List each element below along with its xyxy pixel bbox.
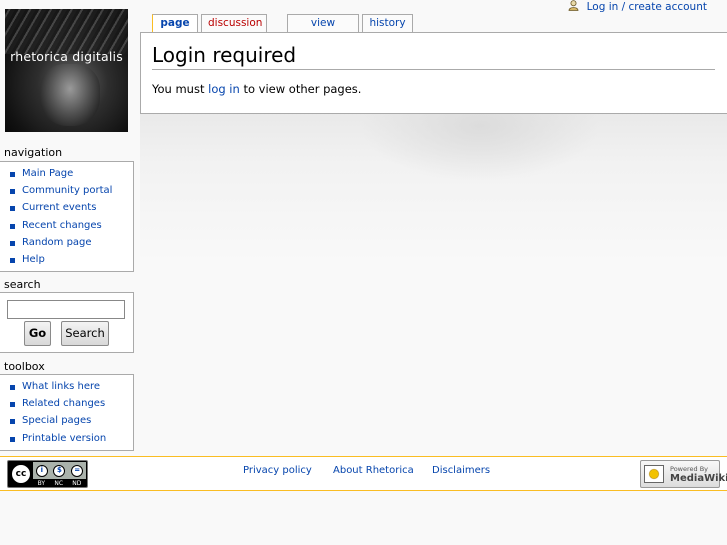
login-link[interactable]: log in bbox=[208, 82, 240, 96]
tab-discussion[interactable]: discussion bbox=[201, 14, 267, 32]
cc-icon: cc bbox=[10, 463, 32, 485]
body-text-after: to view other pages. bbox=[239, 82, 362, 96]
nav-link-random-page[interactable]: Random page bbox=[22, 237, 92, 248]
toolbox-portlet: What links here Related changes Special … bbox=[0, 374, 134, 451]
cc-label-by: BY bbox=[37, 480, 46, 487]
nav-item-random-page[interactable]: Random page bbox=[0, 234, 133, 251]
nav-item-help[interactable]: Help bbox=[0, 251, 133, 268]
powered-by-mediawiki-badge[interactable]: Powered By MediaWiki bbox=[640, 460, 727, 488]
toolbox-item-printable-version[interactable]: Printable version bbox=[0, 430, 133, 447]
toolbox-item-special-pages[interactable]: Special pages bbox=[0, 412, 133, 429]
nav-link-current-events[interactable]: Current events bbox=[22, 202, 96, 213]
footer-link-disclaimers[interactable]: Disclaimers bbox=[432, 465, 490, 476]
search-button[interactable]: Search bbox=[61, 321, 109, 346]
cc-label-nd: ND bbox=[72, 480, 82, 487]
tab-history-label[interactable]: history bbox=[369, 17, 405, 29]
toolbox-item-what-links-here[interactable]: What links here bbox=[0, 378, 133, 395]
mediawiki-logo-icon bbox=[644, 465, 664, 483]
login-create-account-link[interactable]: Log in / create account bbox=[587, 1, 707, 13]
search-portlet: Go Search bbox=[0, 292, 134, 353]
tab-view-source[interactable]: view source bbox=[287, 14, 359, 46]
toolbox-link-related-changes[interactable]: Related changes bbox=[22, 398, 105, 409]
go-button[interactable]: Go bbox=[24, 321, 51, 346]
cc-labels: BY NC ND bbox=[33, 479, 86, 488]
logo-face-graphic bbox=[40, 64, 100, 126]
logo-wires-graphic bbox=[5, 9, 128, 54]
search-heading: search bbox=[4, 278, 41, 291]
nav-link-main-page[interactable]: Main Page bbox=[22, 168, 73, 179]
content-area: Login required You must log in to view o… bbox=[140, 32, 727, 114]
nav-item-current-events[interactable]: Current events bbox=[0, 199, 133, 216]
background-artwork bbox=[140, 112, 727, 262]
navigation-heading: navigation bbox=[4, 146, 63, 159]
personal-tools: Log in / create account bbox=[568, 0, 707, 13]
cc-label-nc: NC bbox=[54, 480, 64, 487]
nav-item-main-page[interactable]: Main Page bbox=[0, 165, 133, 182]
footer-link-about[interactable]: About Rhetorica bbox=[333, 465, 414, 476]
noderivatives-icon: = bbox=[71, 464, 84, 477]
site-logo[interactable]: rhetorica digitalis bbox=[5, 9, 128, 132]
toolbox-item-related-changes[interactable]: Related changes bbox=[0, 395, 133, 412]
page-title: Login required bbox=[152, 43, 715, 70]
nav-item-recent-changes[interactable]: Recent changes bbox=[0, 217, 133, 234]
nav-link-community-portal[interactable]: Community portal bbox=[22, 185, 112, 196]
toolbox-heading: toolbox bbox=[4, 360, 45, 373]
footer-link-privacy-policy[interactable]: Privacy policy bbox=[243, 465, 312, 476]
noncommercial-icon: $ bbox=[53, 464, 66, 477]
nav-item-community-portal[interactable]: Community portal bbox=[0, 182, 133, 199]
toolbox-link-printable-version[interactable]: Printable version bbox=[22, 433, 106, 444]
footer: cc i $ = BY NC ND Privacy policy About R… bbox=[0, 456, 727, 491]
tab-page-label[interactable]: page bbox=[160, 17, 189, 29]
user-icon bbox=[568, 0, 579, 11]
body-text: You must log in to view other pages. bbox=[152, 82, 361, 96]
creative-commons-license-badge[interactable]: cc i $ = BY NC ND bbox=[7, 460, 88, 488]
tab-discussion-label[interactable]: discussion bbox=[208, 17, 262, 29]
navigation-portlet: Main Page Community portal Current event… bbox=[0, 161, 134, 272]
logo-text: rhetorica digitalis bbox=[10, 49, 123, 64]
toolbox-link-special-pages[interactable]: Special pages bbox=[22, 415, 91, 426]
attribution-icon: i bbox=[35, 464, 48, 477]
body-text-before: You must bbox=[152, 82, 209, 96]
mediawiki-name-text: MediaWiki bbox=[670, 473, 727, 484]
nav-link-help[interactable]: Help bbox=[22, 254, 45, 265]
mediawiki-powered-text: Powered By bbox=[670, 465, 709, 473]
toolbox-link-what-links-here[interactable]: What links here bbox=[22, 381, 100, 392]
search-input[interactable] bbox=[7, 300, 125, 319]
tab-history[interactable]: history bbox=[362, 14, 413, 32]
nav-link-recent-changes[interactable]: Recent changes bbox=[22, 220, 102, 231]
cc-condition-icons: i $ = bbox=[33, 462, 86, 479]
tab-page[interactable]: page bbox=[152, 14, 198, 33]
